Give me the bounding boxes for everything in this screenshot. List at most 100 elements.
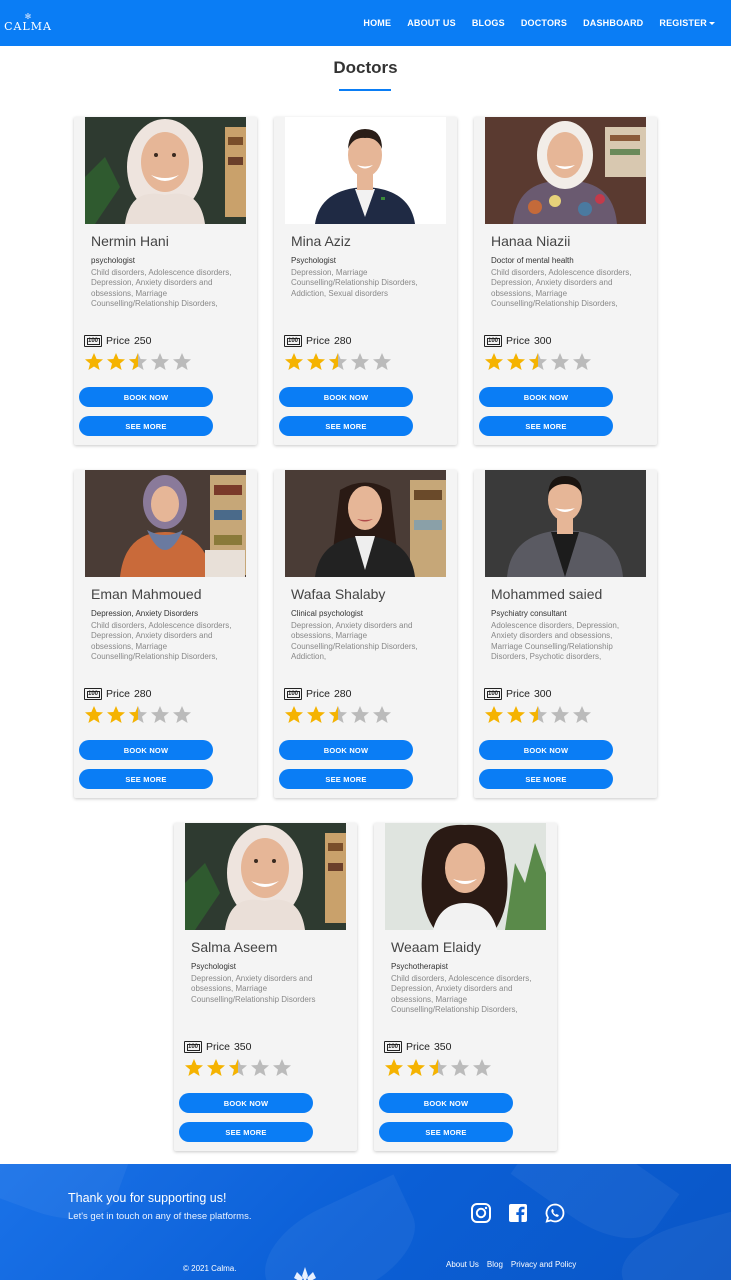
doctor-photo <box>285 470 446 577</box>
see-more-button[interactable]: SEE MORE <box>79 416 213 436</box>
star-half-icon <box>328 352 348 372</box>
money-bill-value: 100 <box>487 691 498 697</box>
see-more-button[interactable]: SEE MORE <box>479 416 613 436</box>
star-empty-icon <box>550 352 570 372</box>
price-value: 250 <box>133 335 152 347</box>
money-bill-value: 100 <box>187 1044 198 1050</box>
money-bill-value: 100 <box>487 338 498 344</box>
footer-about-link[interactable]: About Us <box>446 1260 479 1269</box>
see-more-button[interactable]: SEE MORE <box>479 769 613 789</box>
doctor-photo <box>85 117 246 224</box>
star-half-icon <box>528 352 548 372</box>
money-bill-icon: 100 <box>84 688 102 700</box>
facebook-icon[interactable] <box>507 1202 529 1224</box>
footer-leaf-decoration <box>248 1174 432 1280</box>
doctor-name: Salma Aseem <box>191 939 278 955</box>
see-more-button[interactable]: SEE MORE <box>79 769 213 789</box>
price-value: 280 <box>333 335 352 347</box>
see-more-button[interactable]: SEE MORE <box>279 769 413 789</box>
doctor-card: Weaam Elaidy Psychotherapist Child disorde… <box>374 823 557 1151</box>
nav-dashboard-link[interactable]: DASHBOARD <box>575 18 651 28</box>
doctor-card: Mina Aziz Psychologist Depression, Marriag… <box>274 117 457 445</box>
price-value: 280 <box>333 688 352 700</box>
star-filled-icon <box>406 1058 426 1078</box>
doctor-title: psychologist <box>91 256 136 265</box>
doctor-title: Psychologist <box>291 256 336 265</box>
star-half-icon <box>228 1058 248 1078</box>
book-now-button[interactable]: BOOK NOW <box>279 740 413 760</box>
star-empty-icon <box>550 705 570 725</box>
rating-stars <box>484 705 592 725</box>
star-empty-icon <box>150 705 170 725</box>
price-value: 350 <box>233 1041 252 1053</box>
star-empty-icon <box>272 1058 292 1078</box>
doctor-title: Depression, Anxiety Disorders <box>91 609 199 618</box>
nav-doctors-link[interactable]: DOCTORS <box>513 18 575 28</box>
star-empty-icon <box>372 352 392 372</box>
star-filled-icon <box>184 1058 204 1078</box>
see-more-button[interactable]: SEE MORE <box>279 416 413 436</box>
star-filled-icon <box>84 705 104 725</box>
star-half-icon <box>128 352 148 372</box>
nav-register-dropdown[interactable]: REGISTER <box>651 18 723 28</box>
star-filled-icon <box>106 705 126 725</box>
doctor-specialties: Child disorders, Adolescence disorders, … <box>491 268 632 308</box>
see-more-button[interactable]: SEE MORE <box>379 1122 513 1142</box>
see-more-button[interactable]: SEE MORE <box>179 1122 313 1142</box>
page-title: Doctors <box>333 58 398 77</box>
price-value: 280 <box>133 688 152 700</box>
doctor-photo <box>185 823 346 930</box>
nav-register-label: REGISTER <box>659 18 707 28</box>
brand-logo[interactable]: ✻ CALMA <box>4 13 51 33</box>
doctor-name: Nermin Hani <box>91 233 169 249</box>
nav-about-link[interactable]: ABOUT US <box>399 18 464 28</box>
copyright-text: © 2021 Calma. <box>183 1264 237 1273</box>
price-row: 100 Price 280 <box>284 688 351 700</box>
footer-privacy-link[interactable]: Privacy and Policy <box>511 1260 576 1269</box>
doctor-card: Nermin Hani psychologist Child disorders, … <box>74 117 257 445</box>
doctor-name: Mina Aziz <box>291 233 351 249</box>
top-navbar: ✻ CALMA HOME ABOUT US BLOGS DOCTORS DASH… <box>0 0 731 46</box>
star-empty-icon <box>572 352 592 372</box>
star-filled-icon <box>484 705 504 725</box>
doctor-title: Psychiatry consultant <box>491 609 567 618</box>
money-bill-value: 100 <box>287 691 298 697</box>
doctor-card: Hanaa Niazii Doctor of mental health Child… <box>474 117 657 445</box>
price-value: 300 <box>533 688 552 700</box>
book-now-button[interactable]: BOOK NOW <box>379 1093 513 1113</box>
book-now-button[interactable]: BOOK NOW <box>479 387 613 407</box>
money-bill-value: 100 <box>87 338 98 344</box>
rating-stars <box>384 1058 492 1078</box>
price-row: 100 Price 350 <box>184 1041 251 1053</box>
money-bill-icon: 100 <box>84 335 102 347</box>
book-now-button[interactable]: BOOK NOW <box>479 740 613 760</box>
doctor-photo <box>285 117 446 224</box>
money-bill-icon: 100 <box>484 688 502 700</box>
price-row: 100 Price 250 <box>84 335 151 347</box>
book-now-button[interactable]: BOOK NOW <box>179 1093 313 1113</box>
star-filled-icon <box>484 352 504 372</box>
instagram-icon[interactable] <box>470 1202 492 1224</box>
price-row: 100 Price 350 <box>384 1041 451 1053</box>
nav-links: HOME ABOUT US BLOGS DOCTORS DASHBOARD RE… <box>355 18 723 28</box>
doctor-card: Mohammed saied Psychiatry consultant Adole… <box>474 470 657 798</box>
footer-lotus-logo <box>294 1267 316 1280</box>
nav-home-link[interactable]: HOME <box>355 18 399 28</box>
footer-blog-link[interactable]: Blog <box>487 1260 503 1269</box>
book-now-button[interactable]: BOOK NOW <box>79 387 213 407</box>
doctor-specialties: Child disorders, Adolescence disorders, … <box>391 974 532 1014</box>
title-underline <box>339 89 391 91</box>
star-half-icon <box>328 705 348 725</box>
doctor-name: Wafaa Shalaby <box>291 586 386 602</box>
book-now-button[interactable]: BOOK NOW <box>79 740 213 760</box>
caret-down-icon <box>709 22 715 26</box>
price-label: Price <box>106 688 130 700</box>
nav-blogs-link[interactable]: BLOGS <box>464 18 513 28</box>
book-now-button[interactable]: BOOK NOW <box>279 387 413 407</box>
star-filled-icon <box>506 352 526 372</box>
money-bill-value: 100 <box>287 338 298 344</box>
whatsapp-icon[interactable] <box>544 1202 566 1224</box>
star-half-icon <box>528 705 548 725</box>
money-bill-icon: 100 <box>184 1041 202 1053</box>
price-label: Price <box>506 335 530 347</box>
